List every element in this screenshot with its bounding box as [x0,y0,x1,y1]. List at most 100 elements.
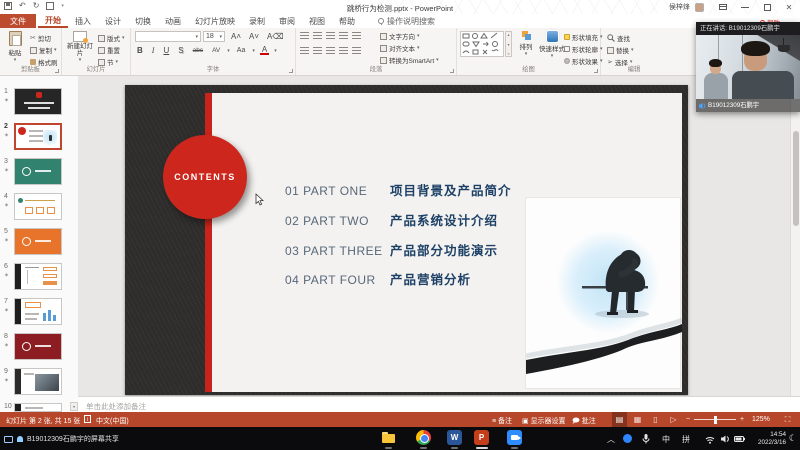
grow-font-button[interactable]: A˄ [229,32,243,41]
replace-button[interactable]: 替换▾ [607,45,634,55]
zoom-out-button[interactable]: − [686,416,690,423]
chrome-icon[interactable] [416,430,431,445]
toc-row-1[interactable]: 01 PART ONE 项目背景及产品简介 [285,180,512,199]
slideshow-view-button[interactable]: ▷ [666,412,681,427]
copy-button[interactable]: 复制▾ [30,45,57,55]
bullets-icon[interactable] [300,32,309,40]
ime-pinyin-indicator[interactable]: 拼 [682,434,690,445]
text-shadow-button[interactable]: S [176,46,185,55]
toc-row-2[interactable]: 02 PART TWO 产品系统设计介绍 [285,210,498,229]
slide-editing-area[interactable]: CONTENTS 01 PART ONE 项目背景及产品简介 02 PART T… [125,85,688,395]
meeting-app-icon[interactable] [507,430,522,445]
new-slide-button[interactable]: 新建幻灯片 ▾ [66,31,94,62]
clear-formatting-button[interactable]: A⌫ [265,32,286,41]
thumbnail-slide-1[interactable]: 1✶ [0,88,78,117]
arrange-button[interactable]: 排列 ▾ [514,31,538,56]
font-name-combo[interactable]: ▾ [135,31,201,42]
toc-row-3[interactable]: 03 PART THREE 产品部分功能演示 [285,240,498,259]
speaker-icon[interactable] [721,435,730,443]
align-center-icon[interactable] [313,47,322,55]
panel-scroll-down-icon[interactable]: ▾ [70,402,78,411]
account-avatar[interactable] [695,3,704,12]
toc-row-4[interactable]: 04 PART FOUR 产品营销分析 [285,269,471,288]
wifi-icon[interactable] [705,436,715,444]
tab-design[interactable]: 设计 [98,14,128,28]
change-case-button[interactable]: Aa [235,47,248,54]
thumbnail-slide-3[interactable]: 3✶ [0,158,78,187]
account-user-name[interactable]: 侯梓烽 [669,2,690,12]
shape-fill-button[interactable]: 形状填充▾ [564,32,603,42]
normal-view-button[interactable]: ▤ [612,412,627,427]
tab-record[interactable]: 录制 [242,14,272,28]
tab-view[interactable]: 视图 [302,14,332,28]
thumbnail-slide-10[interactable]: 10 [0,403,78,412]
meeting-video-overlay[interactable]: 正在讲话: B19012309石鹏宇 B19012309石鹏宇 [696,22,800,112]
align-left-icon[interactable] [300,47,309,55]
powerpoint-icon-active[interactable]: P [474,430,489,445]
zoom-in-button[interactable]: + [740,416,744,423]
drawing-dialog-launcher[interactable] [594,69,598,73]
font-dialog-launcher[interactable] [289,69,293,73]
tab-review[interactable]: 审阅 [272,14,302,28]
layout-button[interactable]: 版式▾ [98,33,125,43]
language-status[interactable]: 中文(中国) [96,416,129,426]
shapes-gallery[interactable] [460,31,504,57]
align-text-button[interactable]: 对齐文本▾ [380,43,420,53]
reading-view-button[interactable]: ▯ [648,412,663,427]
thumbnail-slide-6[interactable]: 6✶ [0,263,78,292]
ime-chinese-indicator[interactable]: 中 [662,434,670,445]
notes-toggle-button[interactable]: ≡ 备注 [492,416,512,426]
thumbnail-slide-5[interactable]: 5✶ [0,228,78,257]
display-settings-button[interactable]: ▣ 显示器设置 [522,416,566,426]
tab-slideshow[interactable]: 幻灯片放映 [188,14,242,28]
shapes-scroll[interactable]: ▴▾▿ [505,31,512,57]
font-size-combo[interactable]: 18▾ [203,31,225,42]
thumbnail-slide-8[interactable]: 8✶ [0,333,78,362]
font-color-button[interactable]: A [260,46,269,55]
tab-home[interactable]: 开始 [38,14,68,28]
word-icon[interactable]: W [447,430,462,445]
contents-badge[interactable]: CONTENTS [163,135,247,219]
thumbnail-slide-7[interactable]: 7✶ [0,298,78,327]
vertical-scrollbar[interactable] [790,76,800,396]
decrease-indent-icon[interactable] [326,32,335,40]
shape-outline-button[interactable]: 形状轮廓▾ [564,44,603,54]
slide-sorter-view-button[interactable]: ▦ [630,412,645,427]
increase-indent-icon[interactable] [339,32,348,40]
tab-transitions[interactable]: 切换 [128,14,158,28]
file-explorer-icon[interactable] [381,430,396,445]
start-button[interactable] [336,430,351,445]
numbering-icon[interactable] [313,32,322,40]
tab-help[interactable]: 帮助 [332,14,362,28]
text-direction-button[interactable]: 文字方向▾ [380,31,420,41]
close-button[interactable]: ✕ [778,0,800,14]
depressed-figure-illustration[interactable] [525,197,681,389]
line-spacing-icon[interactable] [352,32,361,40]
reset-button[interactable]: 重置 [98,45,120,55]
thumbnail-slide-4[interactable]: 4✶ [0,193,78,222]
ribbon-display-options-button[interactable] [712,0,734,14]
shrink-font-button[interactable]: A˅ [247,32,261,41]
tab-animations[interactable]: 动画 [158,14,188,28]
minimize-button[interactable] [734,0,756,14]
accessibility-icon[interactable]: i [84,415,91,423]
paragraph-dialog-launcher[interactable] [450,69,454,73]
focus-assist-moon-icon[interactable]: ☾ [789,433,797,444]
zoom-level[interactable]: 125% [752,416,770,423]
clipboard-dialog-launcher[interactable] [55,69,59,73]
tab-insert[interactable]: 插入 [68,14,98,28]
tab-file[interactable]: 文件 [0,14,36,28]
thumbnail-slide-9[interactable]: 9✶ [0,368,78,397]
tell-me-search[interactable]: 操作说明搜索 [378,14,435,28]
notes-pane[interactable]: 单击此处添加备注 [78,396,800,412]
bold-button[interactable]: B [135,46,145,55]
underline-button[interactable]: U [161,46,171,55]
hidden-icons-chevron[interactable]: ︿ [607,434,615,445]
thumbnail-slide-2-selected[interactable]: 2✶ [0,123,78,152]
fit-to-window-icon[interactable]: ⛶ [780,412,795,427]
microphone-icon[interactable] [642,434,650,444]
paste-button[interactable]: 粘贴 ▾ [3,31,27,62]
strikethrough-button[interactable]: abc [191,47,205,54]
justify-icon[interactable] [339,47,348,55]
zoom-slider-thumb[interactable] [714,416,717,424]
